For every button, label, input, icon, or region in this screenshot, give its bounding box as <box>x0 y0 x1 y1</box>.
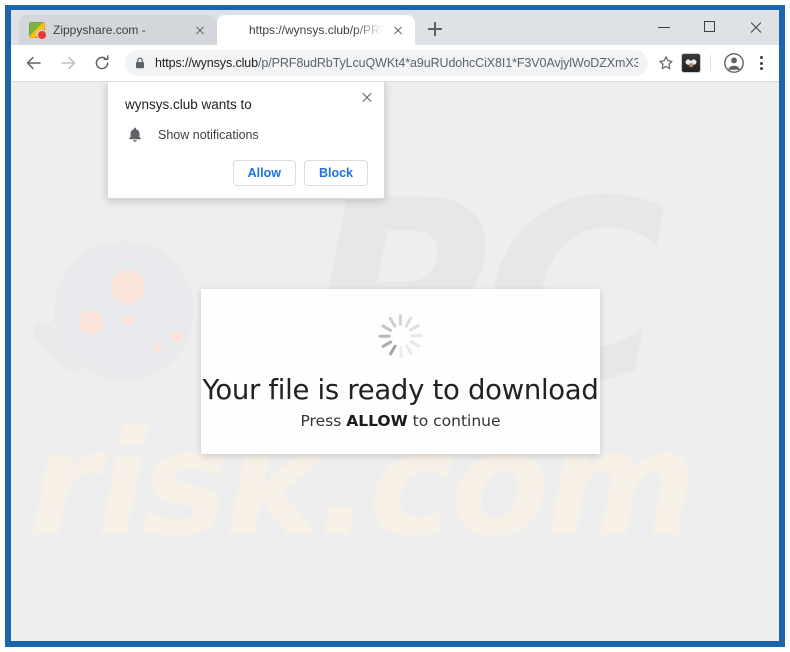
page-viewport: PC risk.com Your file is ready to downlo… <box>11 82 779 641</box>
permission-actions: Allow Block <box>124 160 368 188</box>
url-path: /p/PRF8udRbTyLcuQWKt4*a9uRUdohcCiX8I1*F3… <box>258 56 638 70</box>
reload-button[interactable] <box>88 49 116 77</box>
watermark-dot <box>111 270 145 304</box>
magnifying-glass-icon <box>63 250 185 372</box>
tab-wynsys[interactable]: https://wynsys.club/p/PRF8udRb <box>217 15 415 45</box>
watermark-dot <box>171 331 183 343</box>
profile-avatar[interactable] <box>723 52 745 74</box>
permission-label: Show notifications <box>158 128 259 142</box>
notification-permission-prompt: wynsys.club wants to Show notifications … <box>107 82 385 199</box>
bookmark-star-icon[interactable] <box>658 55 674 71</box>
extension-icon[interactable] <box>682 54 700 72</box>
new-tab-button[interactable] <box>421 15 449 43</box>
download-subtext: Press ALLOW to continue <box>201 412 600 430</box>
back-button[interactable] <box>20 49 48 77</box>
tab-zippyshare[interactable]: Zippyshare.com - <box>19 15 217 45</box>
watermark-dot <box>153 344 162 353</box>
browser-window-inner: Zippyshare.com - https://wynsys.club/p/P… <box>11 10 779 641</box>
tab-close-icon[interactable] <box>389 21 407 39</box>
permission-close-icon[interactable] <box>358 88 376 106</box>
window-controls <box>641 10 779 45</box>
permission-title: wynsys.club wants to <box>125 97 252 112</box>
browser-window: Zippyshare.com - https://wynsys.club/p/P… <box>5 5 785 647</box>
address-bar-text: https://wynsys.club/p/PRF8udRbTyLcuQWKt4… <box>155 56 638 70</box>
maximize-button[interactable] <box>687 10 733 45</box>
close-button[interactable] <box>733 10 779 45</box>
minimize-button[interactable] <box>641 10 687 45</box>
tab-title: https://wynsys.club/p/PRF8udRb <box>249 23 385 37</box>
block-button[interactable]: Block <box>303 160 368 186</box>
tab-strip: Zippyshare.com - https://wynsys.club/p/P… <box>11 10 779 45</box>
permission-row: Show notifications <box>124 126 368 144</box>
subtext-before: Press <box>300 412 347 431</box>
download-card: Your file is ready to download Press ALL… <box>201 289 600 454</box>
loading-spinner-icon <box>378 313 424 359</box>
padlock-icon <box>133 56 147 70</box>
allow-button[interactable]: Allow <box>232 160 296 186</box>
watermark-dot <box>123 315 134 326</box>
three-dot-menu-icon[interactable] <box>751 51 771 75</box>
tab-close-icon[interactable] <box>191 21 209 39</box>
bell-icon <box>126 126 144 144</box>
subtext-after: to continue <box>407 412 501 431</box>
tab-title: Zippyshare.com - <box>53 23 146 37</box>
subtext-emphasis: ALLOW <box>346 412 408 431</box>
forward-button[interactable] <box>54 49 82 77</box>
address-bar[interactable]: https://wynsys.club/p/PRF8udRbTyLcuQWKt4… <box>125 50 648 76</box>
browser-toolbar: https://wynsys.club/p/PRF8udRbTyLcuQWKt4… <box>11 45 779 82</box>
url-domain: https://wynsys.club <box>155 56 259 70</box>
watermark-dot <box>79 310 103 334</box>
toolbar-divider <box>710 55 711 71</box>
download-heading: Your file is ready to download <box>202 374 599 406</box>
zippyshare-favicon <box>29 22 46 39</box>
